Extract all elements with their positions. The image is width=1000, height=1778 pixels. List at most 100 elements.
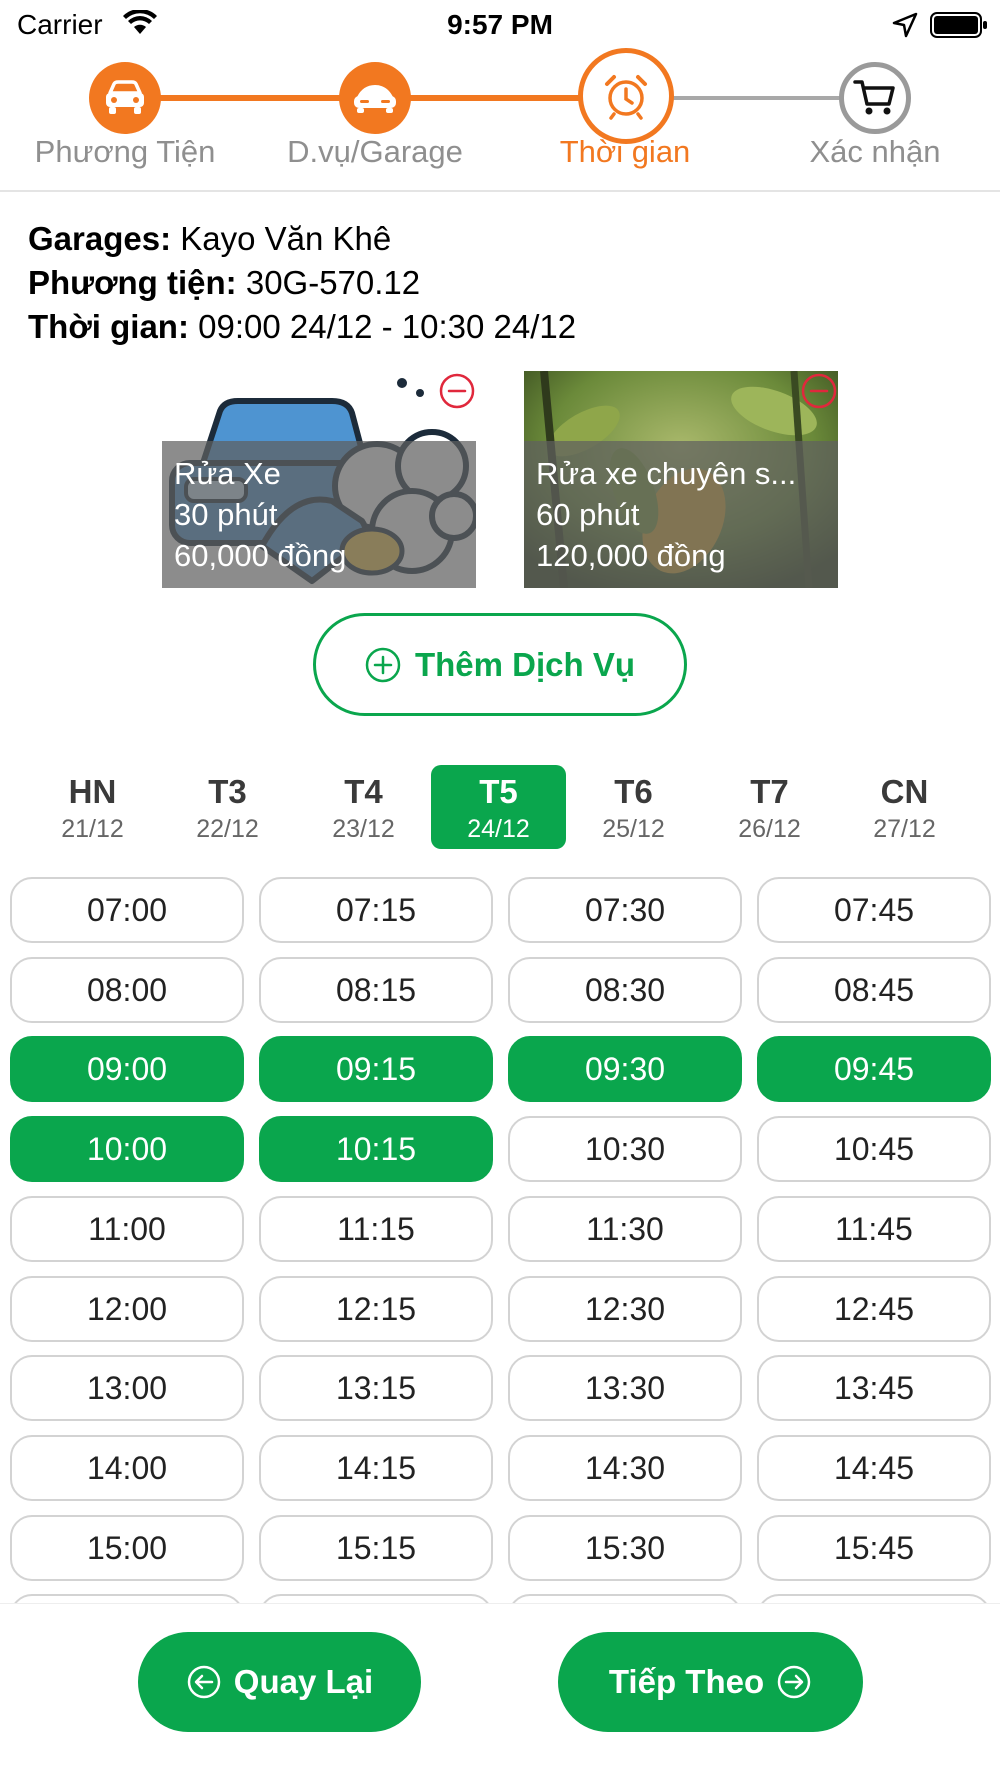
service-info: Rửa xe chuyên s... 60 phút 120,000 đồng [536,453,826,576]
next-button[interactable]: Tiếp Theo [558,1632,863,1732]
time-slot[interactable]: 12:45 [757,1276,991,1342]
time-slot[interactable]: 10:45 [757,1116,991,1182]
divider [0,190,1000,192]
time-slot[interactable]: 07:15 [259,877,493,943]
time-slot[interactable]: 15:30 [508,1515,742,1581]
garage-value: Kayo Văn Khê [171,220,392,257]
cart-icon [853,80,895,115]
step-vehicle[interactable] [89,62,161,134]
day-date: 24/12 [467,815,530,843]
time-slot[interactable]: 07:45 [757,877,991,943]
garage-key: Garages: [28,220,172,257]
day-name: CN [880,773,929,810]
time-slot[interactable]: 09:45 [757,1036,991,1102]
remove-service-icon[interactable] [801,373,837,409]
time-slot[interactable]: 12:00 [10,1276,244,1342]
day-date: 23/12 [332,815,395,843]
alarm-clock-icon [605,75,647,120]
time-slot[interactable]: 15:15 [259,1515,493,1581]
time-slot[interactable]: 10:00 [10,1116,244,1182]
day-tab[interactable]: T5 24/12 [431,765,566,849]
day-tab[interactable]: T6 25/12 [566,765,701,849]
time-slot[interactable] [259,1594,493,1603]
time-slot[interactable]: 13:00 [10,1355,244,1421]
time-slot[interactable] [10,1594,244,1603]
day-name: HN [68,773,117,810]
time-slot[interactable]: 08:15 [259,957,493,1023]
vehicle-value: 30G-570.12 [236,264,421,301]
time-slot[interactable]: 09:00 [10,1036,244,1102]
time-slot[interactable]: 14:30 [508,1435,742,1501]
service-card[interactable]: Rửa xe chuyên s... 60 phút 120,000 đồng [524,371,838,588]
time-slot[interactable]: 13:15 [259,1355,493,1421]
step-label-time: Thời gian [559,134,691,169]
day-date: 25/12 [602,815,665,843]
day-tab[interactable]: T3 22/12 [160,765,295,849]
summary-garage: Garages: Kayo Văn Khê [28,217,576,261]
time-slot[interactable]: 11:30 [508,1196,742,1262]
arrow-left-circle-icon [187,1665,221,1699]
time-slot[interactable]: 14:15 [259,1435,493,1501]
add-service-label: Thêm Dịch Vụ [414,645,636,683]
car-service-icon [354,85,396,113]
step-time[interactable] [578,48,674,144]
day-tab[interactable]: T4 23/12 [296,765,431,849]
time-slot[interactable]: 10:15 [259,1116,493,1182]
next-label: Tiếp Theo [608,1663,765,1700]
service-name: Rửa Xe [174,456,281,491]
summary-vehicle: Phương tiện: 30G-570.12 [28,261,576,305]
step-confirm[interactable] [839,62,911,134]
time-slot[interactable]: 09:30 [508,1036,742,1102]
time-slot[interactable]: 12:15 [259,1276,493,1342]
time-slot[interactable]: 14:45 [757,1435,991,1501]
time-slot[interactable]: 11:45 [757,1196,991,1262]
time-slot[interactable] [757,1594,991,1603]
step-connector [125,95,375,101]
time-key: Thời gian: [28,308,189,345]
day-tab[interactable]: HN 21/12 [25,765,160,849]
day-date: 26/12 [738,815,801,843]
time-slot[interactable]: 11:15 [259,1196,493,1262]
time-slot[interactable]: 08:30 [508,957,742,1023]
time-slot[interactable]: 08:45 [757,957,991,1023]
step-label-confirm: Xác nhận [809,134,941,169]
day-name: T7 [750,773,789,810]
service-card[interactable]: Rửa Xe 30 phút 60,000 đồng [162,371,476,588]
service-duration: 30 phút [174,497,278,532]
service-price: 60,000 đồng [174,538,347,573]
time-slot[interactable]: 12:30 [508,1276,742,1342]
remove-service-icon[interactable] [439,373,475,409]
day-tab[interactable]: T7 26/12 [702,765,837,849]
time-slot[interactable]: 14:00 [10,1435,244,1501]
time-slot[interactable]: 13:30 [508,1355,742,1421]
service-name: Rửa xe chuyên s... [536,456,797,491]
back-button[interactable]: Quay Lại [138,1632,421,1732]
vehicle-key: Phương tiện: [28,264,237,301]
time-slot[interactable]: 07:30 [508,877,742,943]
service-price: 120,000 đồng [536,538,726,573]
time-slot-grid[interactable]: 07:00 07:15 07:30 07:45 08:00 08:15 08:30 08:45… [0,875,1000,1603]
day-date: 21/12 [61,815,124,843]
add-service-button[interactable]: Thêm Dịch Vụ [313,613,687,716]
time-slot[interactable]: 15:00 [10,1515,244,1581]
time-slot[interactable]: 07:00 [10,877,244,943]
booking-summary: Garages: Kayo Văn Khê Phương tiện: 30G-5… [28,217,576,349]
day-name: T4 [344,773,383,810]
summary-time: Thời gian: 09:00 24/12 - 10:30 24/12 [28,305,576,349]
time-slot[interactable]: 15:45 [757,1515,991,1581]
step-service-garage[interactable] [339,62,411,134]
time-value: 09:00 24/12 - 10:30 24/12 [188,308,577,345]
day-name: T6 [614,773,653,810]
time-slot[interactable]: 09:15 [259,1036,493,1102]
arrow-right-circle-icon [777,1665,811,1699]
day-tab[interactable]: CN 27/12 [837,765,972,849]
time-slot[interactable] [508,1594,742,1603]
time-slot[interactable]: 10:30 [508,1116,742,1182]
bottom-action-bar: Quay Lại Tiếp Theo [0,1603,1000,1778]
day-date: 27/12 [873,815,936,843]
step-label-service: D.vụ/Garage [287,134,463,169]
day-name: T5 [479,773,518,810]
time-slot[interactable]: 13:45 [757,1355,991,1421]
time-slot[interactable]: 08:00 [10,957,244,1023]
time-slot[interactable]: 11:00 [10,1196,244,1262]
